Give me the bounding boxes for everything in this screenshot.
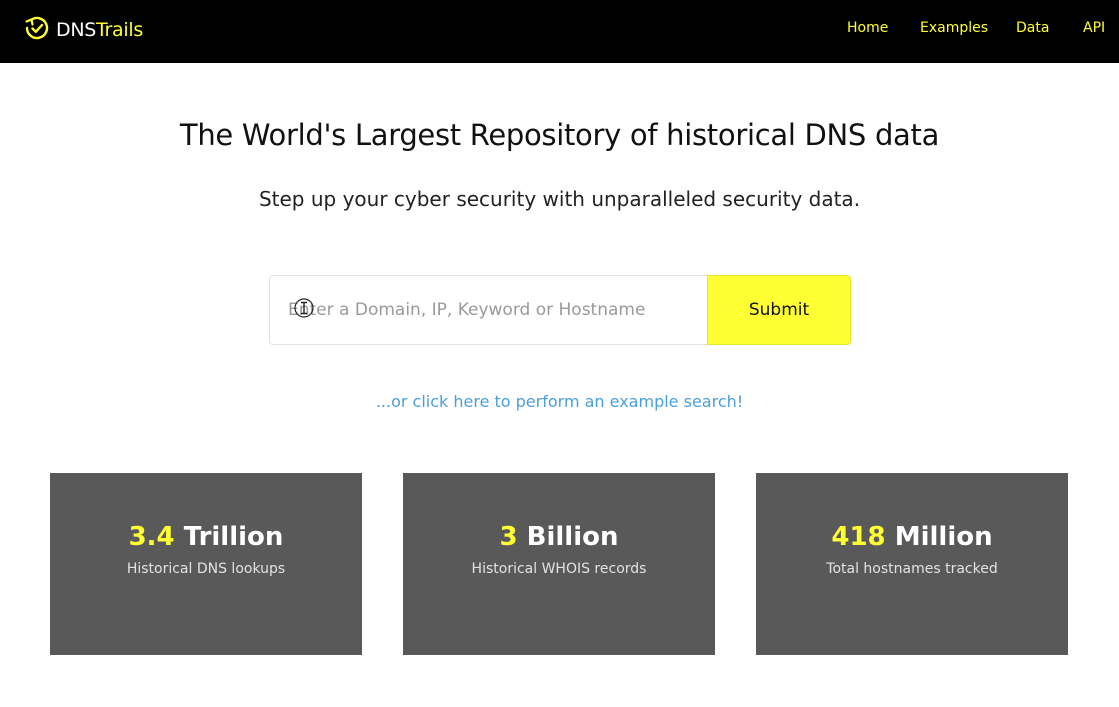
example-search-link[interactable]: ...or click here to perform an example s… [0,392,1119,411]
stat-label: Total hostnames tracked [826,561,998,577]
dnstrails-logo[interactable]: DNSTrails [22,13,143,47]
logo-text-dns: DNS [56,19,97,41]
stat-card-dns-lookups: 3.4 Trillion Historical DNS lookups [50,473,362,655]
stat-card-whois-records: 3 Billion Historical WHOIS records [403,473,715,655]
stat-unit: Trillion [183,522,284,552]
stat-value: 3.4 Trillion [50,522,362,552]
page-subtitle: Step up your cyber security with unparal… [258,187,861,211]
stat-value: 418 Million [756,522,1068,552]
page-title: The World's Largest Repository of histor… [179,118,940,152]
stat-number: 3 [499,522,518,552]
stat-number: 3.4 [128,522,175,552]
search-input[interactable] [269,275,708,345]
stat-unit: Million [894,522,993,552]
nav-link-api[interactable]: API [1083,20,1105,36]
submit-button[interactable]: Submit [707,275,851,345]
nav-link-examples[interactable]: Examples [920,20,988,36]
stat-unit: Billion [526,522,619,552]
nav-link-home[interactable]: Home [847,20,888,36]
stat-number: 418 [831,522,886,552]
nav-link-data[interactable]: Data [1016,20,1049,36]
search-form: Submit [269,275,851,345]
logo-text-trails: Trails [96,19,143,41]
logo-text: DNSTrails [56,19,143,41]
check-circle-arrow-icon [22,13,52,47]
top-navbar: DNSTrails Home Examples Data API [0,0,1119,63]
stat-card-hostnames: 418 Million Total hostnames tracked [756,473,1068,655]
stat-value: 3 Billion [403,522,715,552]
text-cursor-icon [293,297,315,319]
stat-label: Historical DNS lookups [126,561,286,577]
stat-label: Historical WHOIS records [471,561,647,577]
